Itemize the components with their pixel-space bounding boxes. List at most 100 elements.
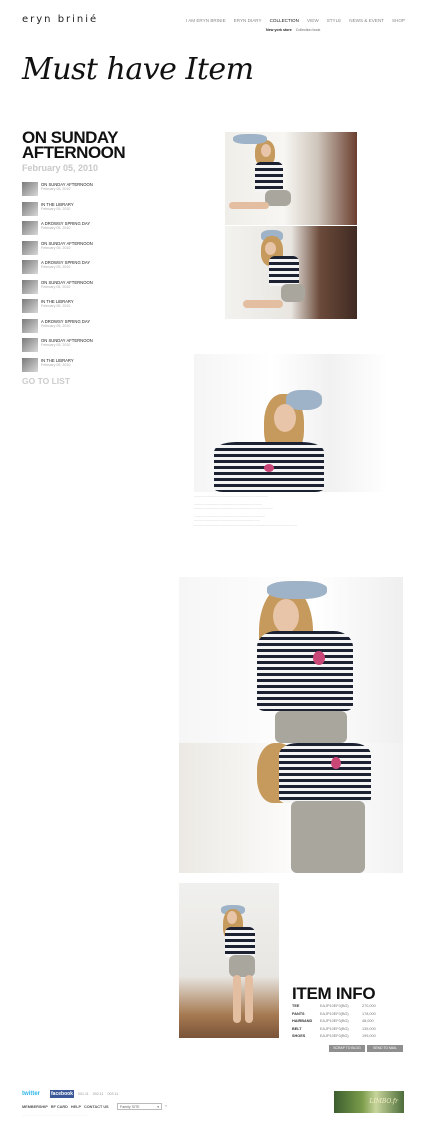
table-row: BELT EAJP10EF0(BG) 139,000: [292, 1027, 392, 1035]
leg-shape: [229, 202, 269, 209]
page-title: Must have Item: [22, 52, 254, 87]
item-code: EAJP10EF0(BG): [320, 1011, 349, 1016]
list-item[interactable]: IN THE LIBRARY February 05, 2010: [22, 299, 172, 319]
nav-view[interactable]: VIEW: [307, 18, 319, 23]
subnav-collection-book[interactable]: Collection book: [296, 28, 321, 32]
thumbnail-image: [22, 357, 38, 372]
family-site-value: Family SITE: [120, 1105, 140, 1109]
shorts-shape: [281, 284, 305, 302]
thumbnail-image: [22, 279, 38, 294]
thumbnail-image: [22, 201, 38, 216]
list-item-date: February 05, 2010: [41, 245, 71, 250]
hairband-shape: [233, 134, 267, 144]
face-shape: [227, 911, 237, 924]
item-price: 139,000: [362, 1026, 376, 1031]
item-price: 270,000: [362, 1004, 376, 1008]
post-title-line-2: AFTERNOON: [22, 143, 126, 162]
nav-news-event[interactable]: NEWS & EVENT: [349, 18, 384, 23]
list-item-title: IN THE LIBRARY: [41, 201, 74, 207]
item-price: 178,000: [362, 1011, 376, 1016]
list-item-title: A DROWSY SPRING DAY: [41, 318, 91, 324]
list-item-date: February 05, 2010: [41, 284, 71, 289]
copyright-text: ········································…: [22, 1113, 87, 1117]
list-item[interactable]: ON SUNDAY AFTERNOON February 05, 2010: [22, 338, 172, 358]
shorts-shape: [275, 711, 347, 743]
item-price: 199,000: [362, 1034, 376, 1038]
main-nav: I AM ERYN BRINIE ERYN DIARY COLLECTION V…: [186, 18, 405, 23]
striped-tee-shape: [225, 927, 255, 957]
list-item[interactable]: ON SUNDAY AFTERNOON February 05, 2010: [22, 240, 172, 261]
list-item[interactable]: ON SUNDAY AFTERNOON February 05, 2010: [22, 279, 172, 300]
list-item-title: ON SUNDAY AFTERNOON: [41, 279, 93, 285]
nav-i-am-eryn-brinie[interactable]: I AM ERYN BRINIE: [186, 18, 226, 23]
nav-shop[interactable]: SHOP: [392, 18, 405, 23]
thumbnail-image: [22, 338, 38, 352]
shorts-shape: [265, 190, 291, 206]
post-date: February 05, 2010: [22, 163, 99, 173]
lookbook-photo-4: [179, 577, 403, 743]
go-to-list-link[interactable]: GO TO LIST: [22, 376, 70, 386]
footer-banner[interactable]: LIMBO.fr: [334, 1091, 404, 1113]
leg-shape: [233, 975, 241, 1023]
list-item[interactable]: IN THE LIBRARY February 05, 2010: [22, 201, 172, 222]
list-item-date: February 05, 2010: [41, 343, 71, 347]
nav-eryn-diary[interactable]: ERYN DIARY: [234, 18, 262, 23]
list-item-date: February 05, 2010: [41, 206, 71, 211]
site-logo[interactable]: eryn brinié: [22, 14, 98, 25]
twitter-icon[interactable]: twitter: [22, 1091, 40, 1097]
leg-shape: [245, 975, 253, 1023]
list-item-title: IN THE LIBRARY: [41, 357, 74, 363]
list-item[interactable]: A DROWSY SPRING DAY February 05, 2010: [22, 260, 172, 280]
lookbook-photo-6: [179, 883, 279, 1038]
face-shape: [274, 404, 296, 432]
caption-paragraph: ········································…: [194, 514, 297, 528]
item-code: EAJP10EF0(BG): [320, 1034, 349, 1038]
face-shape: [265, 242, 276, 255]
thumbnail-image: [22, 318, 38, 333]
heart-print-shape: [331, 757, 341, 769]
table-row: PANTS EAJP10EF0(BG) 178,000: [292, 1012, 392, 1020]
list-item[interactable]: IN THE LIBRARY February 05, 2010: [22, 357, 172, 378]
footer-link-contact-us[interactable]: CONTACT US: [84, 1105, 109, 1109]
heart-print-shape: [313, 651, 325, 665]
lookbook-photo-2: [225, 226, 357, 319]
send-to-mail-button[interactable]: SEND TO MAIL: [367, 1045, 403, 1052]
list-item-date: February 05, 2010: [41, 304, 71, 308]
list-item-date: February 05, 2010: [41, 265, 71, 269]
item-info-table: TEE EAJP10EF0(BG) 270,000 PANTS EAJP10EF0(B…: [292, 1004, 392, 1042]
face-shape: [273, 599, 299, 633]
list-item-date: February 05, 2010: [41, 362, 71, 367]
face-shape: [261, 144, 271, 157]
subnav-new-york-store[interactable]: New york store: [266, 28, 292, 32]
nav-collection[interactable]: COLLECTION: [270, 18, 299, 23]
thumbnail-image: [22, 260, 38, 274]
item-code: EAJP10EF0(BG): [320, 1019, 349, 1023]
list-item-date: February 05, 2010: [41, 226, 71, 230]
list-item-date: February 05, 2010: [41, 187, 71, 191]
item-name: HAIRBAND: [292, 1019, 313, 1023]
scrap-to-blog-button[interactable]: SCRAP TO BLOG: [329, 1045, 365, 1052]
striped-tee-shape: [255, 162, 283, 192]
family-site-select[interactable]: Family SITE ▾: [117, 1103, 162, 1110]
family-site-go-button[interactable]: »: [165, 1104, 167, 1108]
item-name: SHOES: [292, 1034, 306, 1038]
shorts-shape: [291, 801, 365, 873]
list-item[interactable]: A DROWSY SPRING DAY February 05, 2010: [22, 318, 172, 339]
item-code: EAJP10EF0(BG): [320, 1004, 349, 1008]
footer-link-membership[interactable]: MEMBERSHIP: [22, 1105, 48, 1109]
table-row: TEE EAJP10EF0(BG) 270,000: [292, 1004, 392, 1012]
stat-value: 002.11: [92, 1092, 104, 1096]
facebook-icon[interactable]: facebook: [50, 1090, 74, 1098]
list-item[interactable]: A DROWSY SPRING DAY February 05, 2010: [22, 221, 172, 241]
footer-link-rf-card[interactable]: RF CARD: [51, 1105, 68, 1109]
thumbnail-image: [22, 299, 38, 313]
caption-paragraph: ········································…: [194, 495, 269, 499]
footer-stats: 001.11 002.11 003.11: [78, 1092, 118, 1096]
lookbook-photo-1: [225, 132, 357, 225]
chevron-down-icon: ▾: [157, 1105, 159, 1109]
list-item[interactable]: ON SUNDAY AFTERNOON February 05, 2010: [22, 182, 172, 202]
lookbook-photo-5: [179, 743, 403, 873]
footer-link-help[interactable]: HELP: [71, 1105, 81, 1109]
thumbnail-image: [22, 182, 38, 196]
nav-style[interactable]: STYLE: [327, 18, 342, 23]
